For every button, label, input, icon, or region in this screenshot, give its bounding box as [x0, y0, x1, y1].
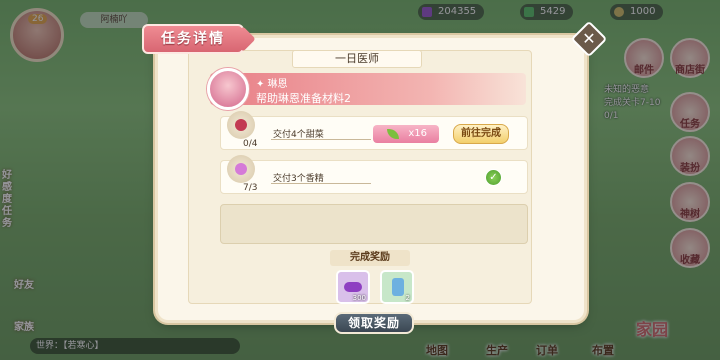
reward-purple-gems[interactable]: 300 — [336, 270, 370, 304]
reward-qty: 300 — [352, 294, 366, 302]
game-screen: 26 阿楠吖 204355 5429 1000 邮件 商店街 未知的恶意 完成关… — [0, 0, 720, 360]
leaf-icon — [387, 129, 399, 139]
beet-icon — [227, 111, 255, 139]
task-reward-badge: x16 — [373, 125, 439, 143]
completed-check-icon: ✓ — [485, 169, 502, 186]
reward-title: 完成奖励 — [330, 250, 410, 266]
reward-qty: 2 — [405, 294, 410, 302]
task-progress: 0/4 — [243, 139, 258, 149]
quest-name: 一日医师 — [292, 50, 422, 68]
potion-card-icon — [392, 278, 404, 296]
reward-potion-card[interactable]: 2 — [380, 270, 414, 304]
divider — [271, 183, 371, 184]
claim-reward-button[interactable]: 领取奖励 — [334, 312, 414, 334]
divider — [271, 139, 371, 140]
task-row: 7/3 交付3个香精 ✓ — [220, 155, 528, 194]
purple-gems-icon — [344, 282, 362, 292]
npc-name: ✦ 琳恩 — [256, 79, 288, 90]
task-row: 0/4 交付4个甜菜 x16 前往完成 — [220, 111, 528, 150]
npc-avatar — [207, 68, 249, 110]
empty-task-slot — [220, 204, 528, 244]
task-progress: 7/3 — [243, 183, 258, 193]
dialog-title: 任务详情 — [142, 24, 244, 54]
npc-request: 帮助琳恩准备材料2 — [256, 92, 351, 105]
close-x-icon: ✕ — [582, 29, 596, 48]
go-complete-button[interactable]: 前往完成 — [453, 124, 509, 144]
essence-flask-icon — [227, 155, 255, 183]
